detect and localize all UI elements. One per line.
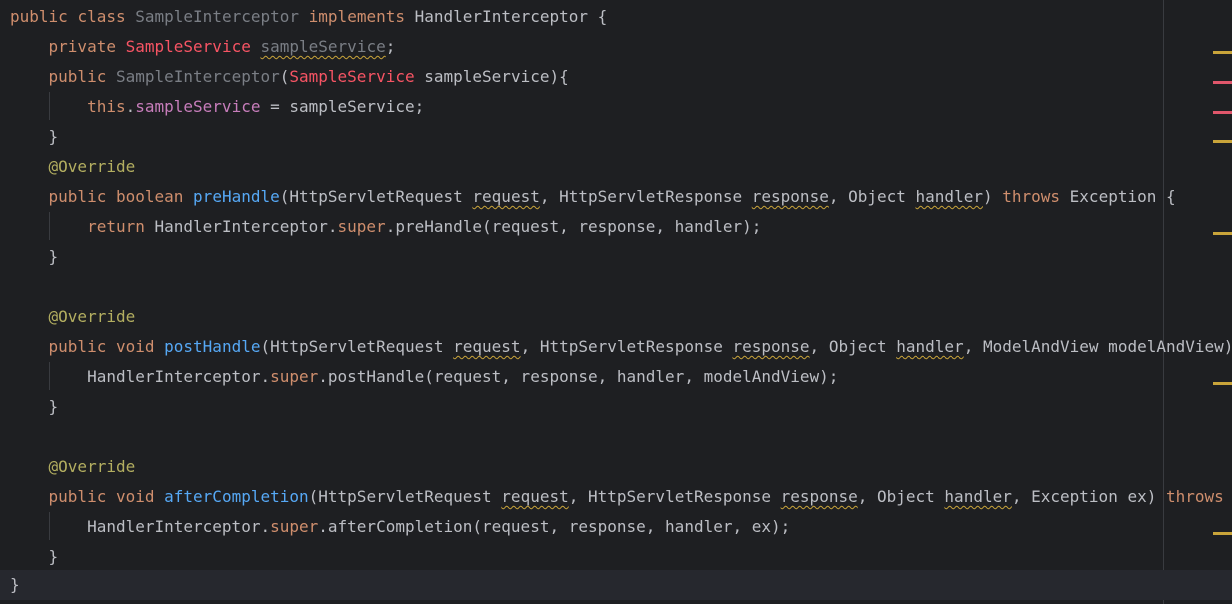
code-line-1[interactable]: public class SampleInterceptor implement…: [0, 2, 607, 32]
keyword: public: [10, 7, 68, 26]
code-line-3[interactable]: public SampleInterceptor(SampleService s…: [0, 62, 569, 92]
constructor-name: SampleInterceptor: [115, 67, 280, 86]
code-text: .: [125, 97, 136, 116]
keyword: void: [115, 337, 155, 356]
parameter: response: [751, 187, 829, 206]
code-text: {: [588, 7, 608, 26]
keyword: implements: [308, 7, 405, 26]
code-line-14[interactable]: }: [0, 392, 59, 422]
keyword: super: [270, 517, 319, 536]
warning-marker[interactable]: [1213, 232, 1232, 235]
code-text: Exception {: [1060, 187, 1176, 206]
code-line-12[interactable]: public void postHandle(HttpServletReques…: [0, 332, 1232, 362]
parameter: handler: [896, 337, 964, 356]
keyword: public: [48, 487, 107, 506]
annotation: @Override: [48, 457, 136, 476]
code-text: (HttpServletRequest: [279, 187, 473, 206]
code-text: .postHandle(request, response, handler, …: [318, 367, 839, 386]
keyword: boolean: [115, 187, 184, 206]
code-text: , HttpServletResponse: [568, 487, 781, 506]
annotation: @Override: [48, 157, 136, 176]
code-text: , Object: [809, 337, 897, 356]
keyword: public: [48, 67, 107, 86]
code-line-19[interactable]: }: [0, 542, 59, 572]
error-marker[interactable]: [1213, 111, 1232, 114]
code-text: }: [48, 397, 59, 416]
code-line-9[interactable]: }: [0, 242, 59, 272]
code-line-4[interactable]: this.sampleService = sampleService;: [0, 92, 424, 122]
warning-marker[interactable]: [1213, 382, 1232, 385]
unused-field: sampleService: [260, 37, 386, 56]
code-text: ;: [385, 37, 396, 56]
keyword: throws: [1165, 487, 1224, 506]
parameter: handler: [915, 187, 983, 206]
code-text: .afterCompletion(request, response, hand…: [318, 517, 791, 536]
parameter: request: [501, 487, 569, 506]
right-margin-guide: [1163, 0, 1164, 604]
code-text: , Object: [857, 487, 945, 506]
code-line-5[interactable]: }: [0, 122, 59, 152]
code-text: , HttpServletResponse: [520, 337, 733, 356]
keyword: private: [48, 37, 116, 56]
code-line-17[interactable]: public void afterCompletion(HttpServletR…: [0, 482, 1232, 512]
code-text: (HttpServletRequest: [260, 337, 454, 356]
code-text: , HttpServletResponse: [539, 187, 752, 206]
code-line-18[interactable]: HandlerInterceptor.super.afterCompletion…: [0, 512, 790, 542]
keyword: throws: [1002, 187, 1061, 206]
parameter: request: [472, 187, 540, 206]
keyword: class: [77, 7, 126, 26]
warning-marker[interactable]: [1213, 140, 1232, 143]
interface-name: HandlerInterceptor: [414, 7, 589, 26]
code-text: sampleService){: [414, 67, 569, 86]
code-line-20[interactable]: }: [0, 570, 1232, 600]
keyword: super: [270, 367, 319, 386]
code-text: , Object: [828, 187, 916, 206]
parameter: response: [732, 337, 810, 356]
code-line-2[interactable]: private SampleService sampleService;: [0, 32, 396, 62]
code-line-11[interactable]: @Override: [0, 302, 136, 332]
code-line-16[interactable]: @Override: [0, 452, 136, 482]
parameter: handler: [944, 487, 1012, 506]
keyword: return: [87, 217, 145, 236]
code-text: HandlerInterceptor.: [87, 367, 271, 386]
method-name: preHandle: [193, 187, 280, 206]
code-text: }: [10, 575, 20, 594]
code-text: E: [1224, 487, 1232, 506]
parameter: request: [453, 337, 521, 356]
code-line-13[interactable]: HandlerInterceptor.super.postHandle(requ…: [0, 362, 838, 392]
warning-marker[interactable]: [1213, 532, 1232, 535]
code-text: .preHandle(request, response, handler);: [385, 217, 762, 236]
keyword: void: [115, 487, 155, 506]
code-text: (: [279, 67, 290, 86]
code-line-6[interactable]: @Override: [0, 152, 136, 182]
unresolved-type: SampleService: [125, 37, 251, 56]
code-text: HandlerInterceptor.: [144, 217, 338, 236]
keyword: super: [337, 217, 386, 236]
code-text: (HttpServletRequest: [308, 487, 502, 506]
unresolved-type: SampleService: [289, 67, 415, 86]
code-text: ): [982, 187, 1003, 206]
class-name: SampleInterceptor: [135, 7, 300, 26]
keyword: this: [87, 97, 126, 116]
parameter: response: [780, 487, 858, 506]
keyword: public: [48, 187, 107, 206]
code-text: }: [48, 247, 59, 266]
code-line-7[interactable]: public boolean preHandle(HttpServletRequ…: [0, 182, 1176, 212]
method-name: postHandle: [164, 337, 261, 356]
code-editor[interactable]: public class SampleInterceptor implement…: [0, 0, 1232, 604]
code-text: = sampleService;: [260, 97, 425, 116]
code-text: , Exception ex): [1011, 487, 1166, 506]
keyword: public: [48, 337, 107, 356]
code-text: }: [48, 547, 59, 566]
annotation: @Override: [48, 307, 136, 326]
method-name: afterCompletion: [164, 487, 309, 506]
code-text: , ModelAndView modelAndView): [963, 337, 1232, 356]
code-line-8[interactable]: return HandlerInterceptor.super.preHandl…: [0, 212, 761, 242]
field-reference: sampleService: [135, 97, 261, 116]
error-marker[interactable]: [1213, 81, 1232, 84]
warning-marker[interactable]: [1213, 51, 1232, 54]
code-text: }: [48, 127, 59, 146]
code-text: HandlerInterceptor.: [87, 517, 271, 536]
